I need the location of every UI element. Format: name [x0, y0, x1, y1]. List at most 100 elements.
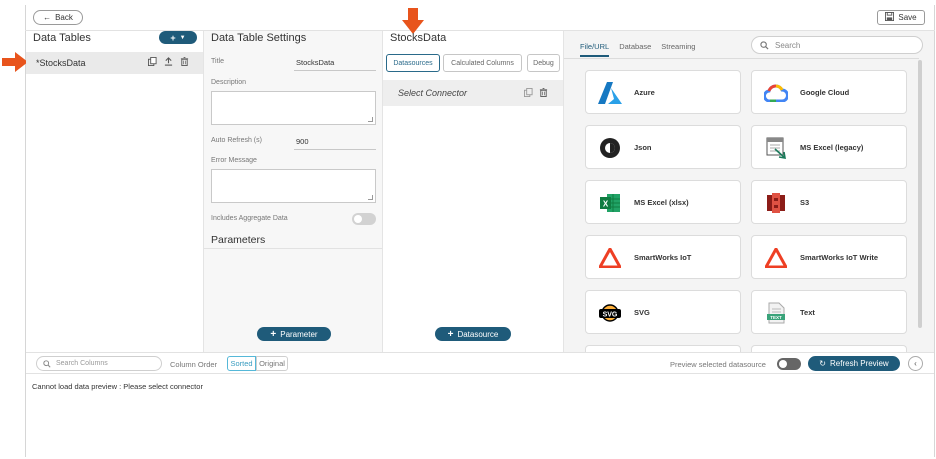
tab-datasources[interactable]: Datasources [386, 54, 440, 72]
collapse-button[interactable]: ‹ [908, 356, 923, 371]
excel-legacy-icon [764, 136, 788, 160]
plus-icon: + [270, 328, 277, 340]
search-icon [43, 359, 51, 368]
connector-name: Json [634, 143, 652, 152]
description-textarea[interactable] [211, 91, 376, 125]
connector-type-tabs: File/URL Database Streaming [580, 42, 705, 57]
text-file-icon: TEXT [764, 301, 788, 325]
add-parameter-button[interactable]: + Parameter [257, 327, 331, 341]
svg-text:X: X [603, 200, 609, 209]
copy-icon[interactable] [523, 88, 533, 98]
connector-card-svg[interactable]: SVG SVG [585, 290, 741, 334]
connector-card-text[interactable]: TEXT Text [751, 290, 907, 334]
json-icon [598, 136, 622, 160]
connector-card-ms-excel-legacy[interactable]: MS Excel (legacy) [751, 125, 907, 169]
title-field[interactable]: StocksData [296, 58, 334, 67]
connector-card-ms-excel-xlsx[interactable]: X MS Excel (xlsx) [585, 180, 741, 224]
svg-text:SVG: SVG [603, 312, 618, 319]
trash-icon[interactable] [538, 88, 548, 98]
tab-file-url[interactable]: File/URL [580, 42, 610, 57]
connector-card-azure[interactable]: Azure [585, 70, 741, 114]
connector-card-google-cloud[interactable]: Google Cloud [751, 70, 907, 114]
divider [204, 248, 382, 249]
annotation-arrow-right-icon [2, 52, 28, 72]
save-label: Save [898, 13, 917, 22]
chevron-left-icon: ‹ [914, 359, 917, 368]
arrow-left-icon: ← [43, 13, 52, 22]
aggregate-label: Includes Aggregate Data [211, 215, 288, 222]
upload-icon[interactable] [163, 57, 173, 67]
auto-refresh-label: Auto Refresh (s) [211, 137, 262, 144]
connector-card-smartworks-iot[interactable]: SmartWorks IoT [585, 235, 741, 279]
refresh-icon: ↻ [819, 359, 826, 368]
connector-name: S3 [800, 198, 810, 207]
connector-name: SmartWorks IoT [634, 253, 692, 262]
connector-name: Text [800, 308, 815, 317]
preview-datasource-label: Preview selected datasource [670, 360, 766, 369]
aggregate-toggle[interactable] [352, 213, 376, 225]
scrollbar[interactable] [918, 60, 922, 328]
refresh-preview-button[interactable]: ↻ Refresh Preview [808, 356, 900, 371]
search-columns-input[interactable]: Search Columns [36, 356, 162, 371]
search-columns-placeholder: Search Columns [56, 360, 108, 367]
s3-icon [764, 191, 788, 215]
add-datasource-label: Datasource [457, 329, 499, 339]
save-button[interactable]: Save [877, 10, 925, 25]
search-icon [760, 40, 769, 50]
connector-name: Azure [634, 88, 655, 97]
connector-name: MS Excel (legacy) [800, 143, 864, 152]
smartworks-icon [598, 246, 622, 270]
original-toggle[interactable]: Original [256, 356, 288, 371]
connector-name: SVG [634, 308, 650, 317]
save-icon [885, 12, 895, 23]
connector-name: MS Excel (xlsx) [634, 198, 689, 207]
top-toolbar: ← Back Save [25, 5, 935, 31]
connector-search-input[interactable]: Search [751, 36, 923, 54]
auto-refresh-field[interactable]: 900 [296, 137, 309, 146]
connector-card-s3[interactable]: S3 [751, 180, 907, 224]
connector-card-json[interactable]: Json [585, 125, 741, 169]
tab-streaming[interactable]: Streaming [661, 42, 695, 57]
search-placeholder: Search [775, 40, 801, 50]
copy-icon[interactable] [147, 57, 157, 67]
select-connector-label: Select Connector [398, 88, 468, 98]
sorted-toggle[interactable]: Sorted [227, 356, 256, 371]
tab-calculated-columns[interactable]: Calculated Columns [443, 54, 522, 72]
add-datasource-button[interactable]: + Datasource [435, 327, 511, 341]
tab-database[interactable]: Database [619, 42, 651, 57]
add-parameter-label: Parameter [280, 329, 318, 339]
connector-name: Google Cloud [800, 88, 850, 97]
google-cloud-icon [764, 81, 788, 105]
parameters-title: Parameters [211, 234, 266, 246]
trash-icon[interactable] [179, 57, 189, 67]
data-table-name: *StocksData [36, 58, 86, 68]
add-label: + [170, 32, 176, 43]
list-item[interactable]: *StocksData [26, 52, 203, 74]
description-label: Description [211, 79, 247, 86]
plus-icon: + [447, 328, 454, 340]
list-item[interactable]: Select Connector [383, 80, 563, 106]
svg-text:TEXT: TEXT [770, 315, 782, 320]
svg-icon: SVG [598, 301, 622, 325]
back-label: Back [55, 13, 73, 22]
error-message-label: Error Message [211, 157, 257, 164]
error-message-textarea[interactable] [211, 169, 376, 203]
data-table-settings-panel: Data Table Settings Title StocksData Des… [204, 31, 383, 352]
connector-card-smartworks-iot-write[interactable]: SmartWorks IoT Write [751, 235, 907, 279]
title-field-underline [294, 70, 376, 71]
settings-title: Data Table Settings [211, 32, 307, 44]
azure-icon [598, 81, 622, 105]
tab-debug[interactable]: Debug [527, 54, 560, 72]
preview-toolbar: Search Columns Column Order Sorted Origi… [26, 352, 934, 374]
connector-gallery-panel: File/URL Database Streaming Search Azure… [564, 31, 934, 353]
data-tables-panel: Data Tables + ▼ *StocksData [26, 31, 204, 352]
preview-datasource-toggle[interactable] [777, 358, 801, 370]
title-label: Title [211, 58, 224, 65]
auto-refresh-underline [294, 149, 376, 150]
datasources-panel: StocksData Datasources Calculated Column… [383, 31, 564, 352]
back-button[interactable]: ← Back [33, 10, 83, 25]
column-order-label: Column Order [170, 360, 218, 369]
divider [564, 58, 919, 59]
add-data-table-button[interactable]: + ▼ [159, 31, 197, 44]
smartworks-icon [764, 246, 788, 270]
